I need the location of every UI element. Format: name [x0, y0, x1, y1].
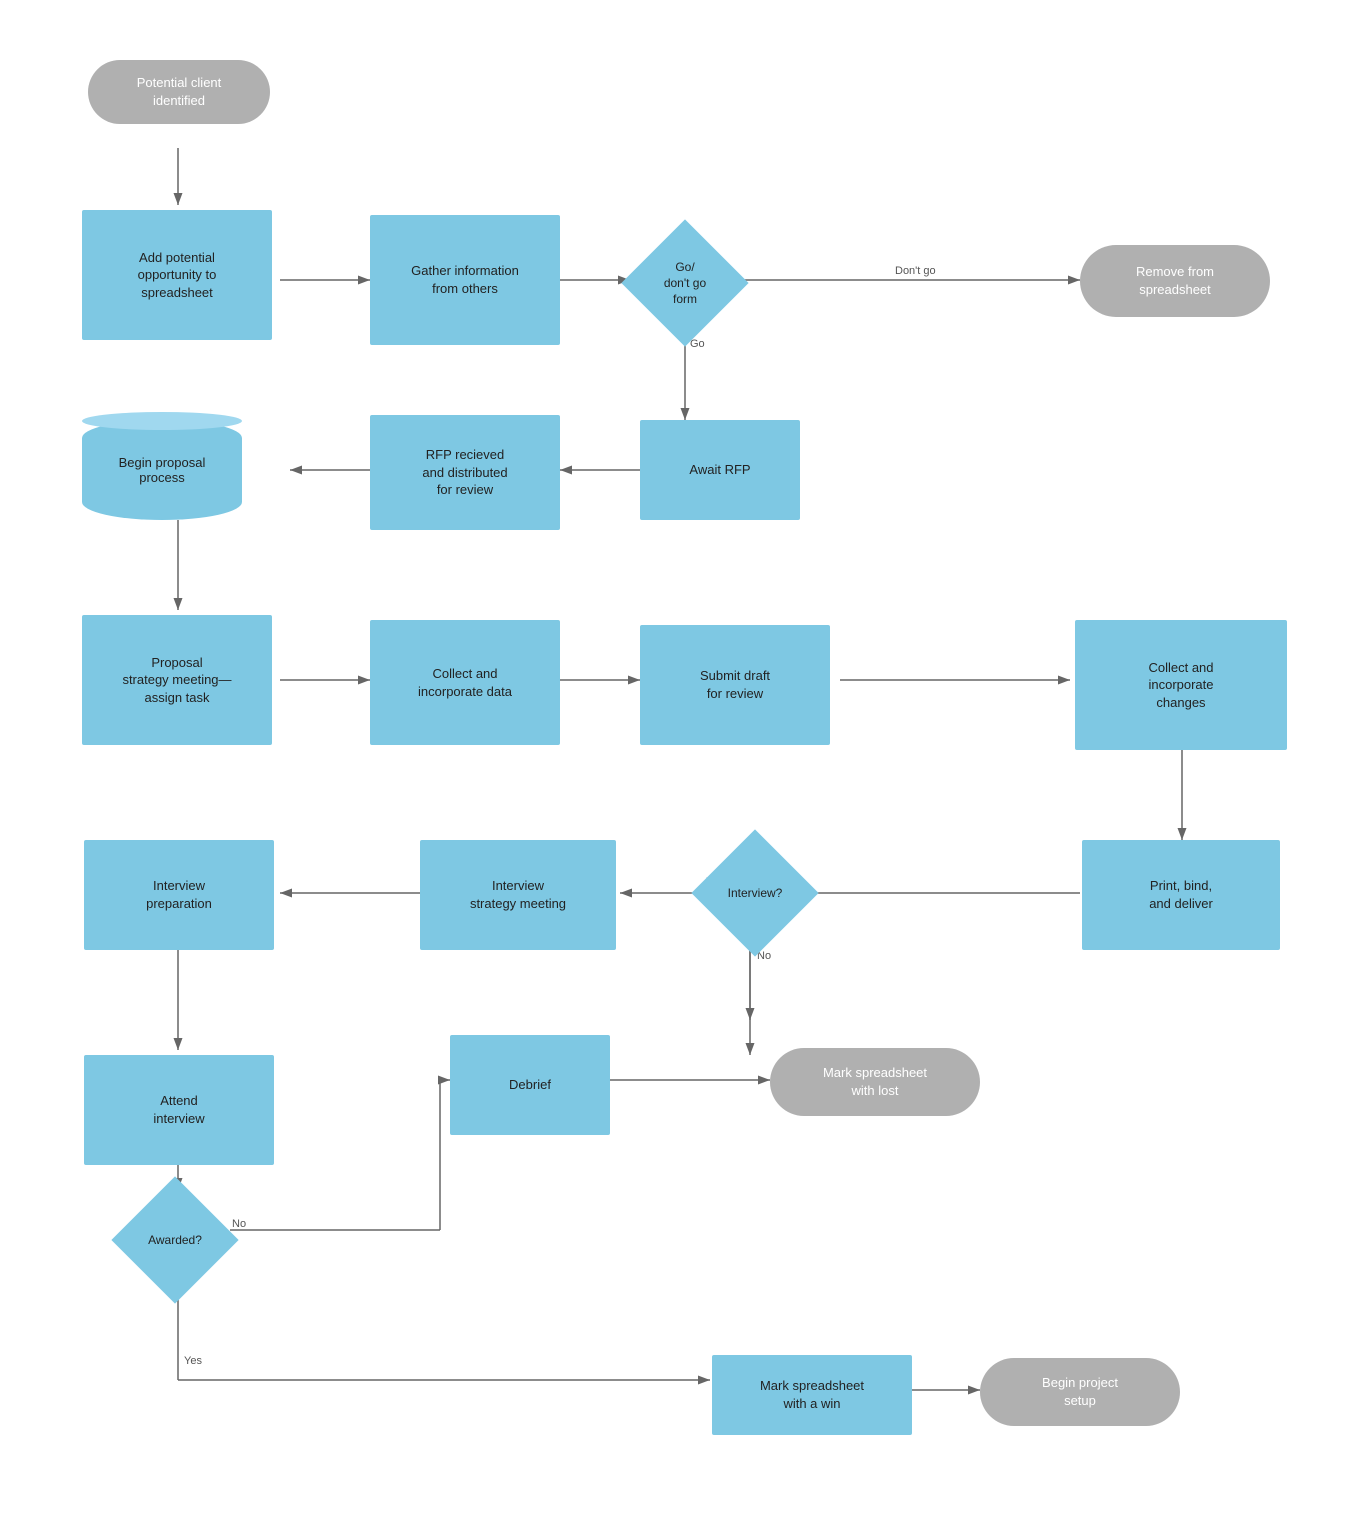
add-opportunity-node: Add potential opportunity to spreadsheet [82, 210, 272, 340]
awarded-q-node: Awarded? [120, 1185, 230, 1295]
go-dont-go-node: Go/ don't go form [630, 228, 740, 338]
flowchart-container: Go Don't go Yes No No Yes Potential clie… [0, 0, 1360, 1520]
begin-project-node: Begin project setup [980, 1358, 1180, 1426]
collect-changes-node: Collect and incorporate changes [1075, 620, 1287, 750]
mark-win-node: Mark spreadsheet with a win [712, 1355, 912, 1435]
begin-proposal-node: Begin proposal process [82, 420, 242, 520]
potential-client-node: Potential client identified [88, 60, 270, 124]
submit-draft-node: Submit draft for review [640, 625, 830, 745]
remove-spreadsheet-node: Remove from spreadsheet [1080, 245, 1270, 317]
attend-interview-node: Attend interview [84, 1055, 274, 1165]
interview-q-node: Interview? [700, 838, 810, 948]
no-label-awarded: No [232, 1218, 246, 1230]
go-label: Go [690, 338, 705, 350]
rfp-received-node: RFP recieved and distributed for review [370, 415, 560, 530]
await-rfp-node: Await RFP [640, 420, 800, 520]
interview-strategy-node: Interview strategy meeting [420, 840, 616, 950]
gather-info-node: Gather information from others [370, 215, 560, 345]
print-bind-node: Print, bind, and deliver [1082, 840, 1280, 950]
proposal-strategy-node: Proposal strategy meeting— assign task [82, 615, 272, 745]
interview-prep-node: Interview preparation [84, 840, 274, 950]
collect-data-node: Collect and incorporate data [370, 620, 560, 745]
dont-go-label: Don't go [895, 265, 936, 277]
debrief-node: Debrief [450, 1035, 610, 1135]
yes-label-awarded: Yes [184, 1355, 202, 1367]
mark-lost-node: Mark spreadsheet with lost [770, 1048, 980, 1116]
